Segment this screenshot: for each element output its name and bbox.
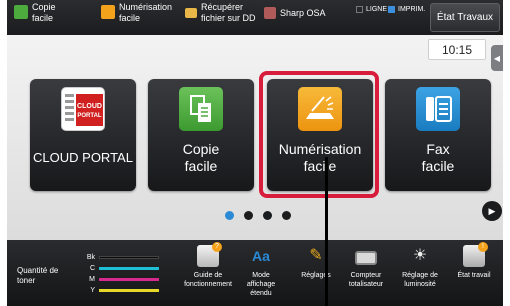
toner-label: M [89, 276, 95, 283]
touch-panel-screen: Copie facile Numérisation facile Récupér… [7, 0, 503, 306]
folder-icon [185, 8, 197, 18]
shortcut-sharp-osa[interactable]: Sharp OSA [264, 7, 326, 19]
toner-title: Quantité de toner [17, 266, 59, 285]
callout-line [325, 157, 328, 306]
compteur-totalisateur-button[interactable]: Compteur totalisateur [338, 245, 394, 289]
ligne-led-icon [356, 6, 363, 13]
svg-text:CLOUD: CLOUD [77, 103, 102, 110]
shortcut-label: Numérisation facile [119, 2, 173, 23]
scan-icon [101, 5, 115, 19]
tile-label: Copie facile [182, 141, 220, 174]
ligne-label: LIGNE [366, 6, 388, 13]
etat-travaux-button[interactable]: État Travaux [430, 3, 500, 32]
mode-affichage-etendu-button[interactable]: Aa Mode affichage étendu [233, 245, 289, 298]
chevron-left-icon: ◀ [493, 53, 501, 63]
toner-label: Y [90, 287, 95, 294]
toner-row-y: Y [85, 287, 159, 294]
clock-display: 10:15 [428, 39, 486, 60]
page-dot-active[interactable] [225, 211, 234, 220]
guide-de-fonctionnement-button[interactable]: ? Guide de fonctionnement [180, 242, 236, 289]
shortcut-label: Récupérer fichier sur DD [201, 2, 256, 23]
shortcut-label: Copie facile [32, 2, 56, 23]
next-page-button[interactable]: ▶ [482, 201, 502, 221]
shortcut-label: Sharp OSA [280, 8, 326, 18]
settings-icon: ✎ [309, 247, 323, 264]
top-status-bar: Copie facile Numérisation facile Récupér… [7, 0, 503, 35]
cloud-portal-icon: CLOUD PORTAL [61, 87, 105, 131]
imprim-label: IMPRIM. [398, 6, 426, 13]
brightness-icon: ☀ [412, 247, 428, 264]
copy-icon [179, 87, 223, 131]
toner-label: C [89, 265, 95, 272]
home-screen-panel: 10:15 ◀ CLOUD PORTAL CLOUD PORTAL Copie … [7, 35, 503, 240]
page-indicator [225, 211, 291, 220]
imprim-indicator: IMPRIM. [388, 6, 425, 13]
toner-bar-c [99, 267, 159, 270]
shortcut-recuperer-fichier[interactable]: Récupérer fichier sur DD [185, 2, 256, 24]
osa-icon [264, 7, 276, 19]
bottom-item-label: Réglage de luminosité [402, 272, 438, 288]
counter-icon [355, 251, 377, 265]
tile-copie-facile[interactable]: Copie facile [148, 79, 254, 191]
toner-bar-y [99, 289, 159, 292]
toner-bar-bk [99, 256, 159, 259]
toner-row-m: M [85, 276, 159, 283]
side-panel-toggle[interactable]: ◀ [491, 45, 503, 71]
svg-text:PORTAL: PORTAL [77, 113, 102, 119]
play-arrow-icon: ▶ [488, 205, 496, 216]
ligne-indicator: LIGNE [356, 6, 387, 13]
toner-bar-m [99, 278, 159, 281]
job-status-icon: ! [463, 242, 488, 267]
tile-cloud-portal[interactable]: CLOUD PORTAL CLOUD PORTAL [30, 79, 136, 191]
etat-travail-button[interactable]: ! État travail [446, 242, 502, 280]
fax-icon [416, 87, 460, 131]
highlight-frame [259, 71, 379, 198]
toner-row-c: C [85, 265, 159, 272]
bottom-item-label: Réglages [301, 272, 331, 279]
bottom-item-label: État travail [457, 272, 491, 279]
page-dot[interactable] [244, 211, 253, 220]
bottom-item-label: Mode affichage étendu [246, 272, 276, 297]
reglages-button[interactable]: ✎ Réglages [288, 245, 344, 280]
guide-icon: ? [197, 242, 222, 267]
toner-label: Bk [86, 254, 95, 261]
tile-fax-facile[interactable]: Fax facile [385, 79, 491, 191]
page-dot[interactable] [263, 211, 272, 220]
reglage-de-luminosite-button[interactable]: ☀ Réglage de luminosité [392, 245, 448, 289]
display-mode-icon: Aa [252, 248, 270, 264]
imprim-led-icon [388, 6, 395, 13]
bottom-item-label: Guide de fonctionnement [184, 272, 232, 288]
copy-icon [14, 5, 28, 19]
toner-row-bk: Bk [85, 254, 159, 261]
toner-level-widget: Quantité de toner Bk C M Y [11, 248, 176, 298]
bottom-bar: Quantité de toner Bk C M Y ? Guide de fo… [7, 240, 503, 306]
shortcut-numerisation-facile[interactable]: Numérisation facile [101, 2, 172, 24]
bottom-item-label: Compteur totalisateur [348, 272, 384, 288]
shortcut-copie-facile[interactable]: Copie facile [14, 2, 56, 24]
page-dot[interactable] [282, 211, 291, 220]
tile-label: CLOUD PORTAL [33, 150, 133, 165]
tile-label: Fax facile [421, 141, 455, 174]
